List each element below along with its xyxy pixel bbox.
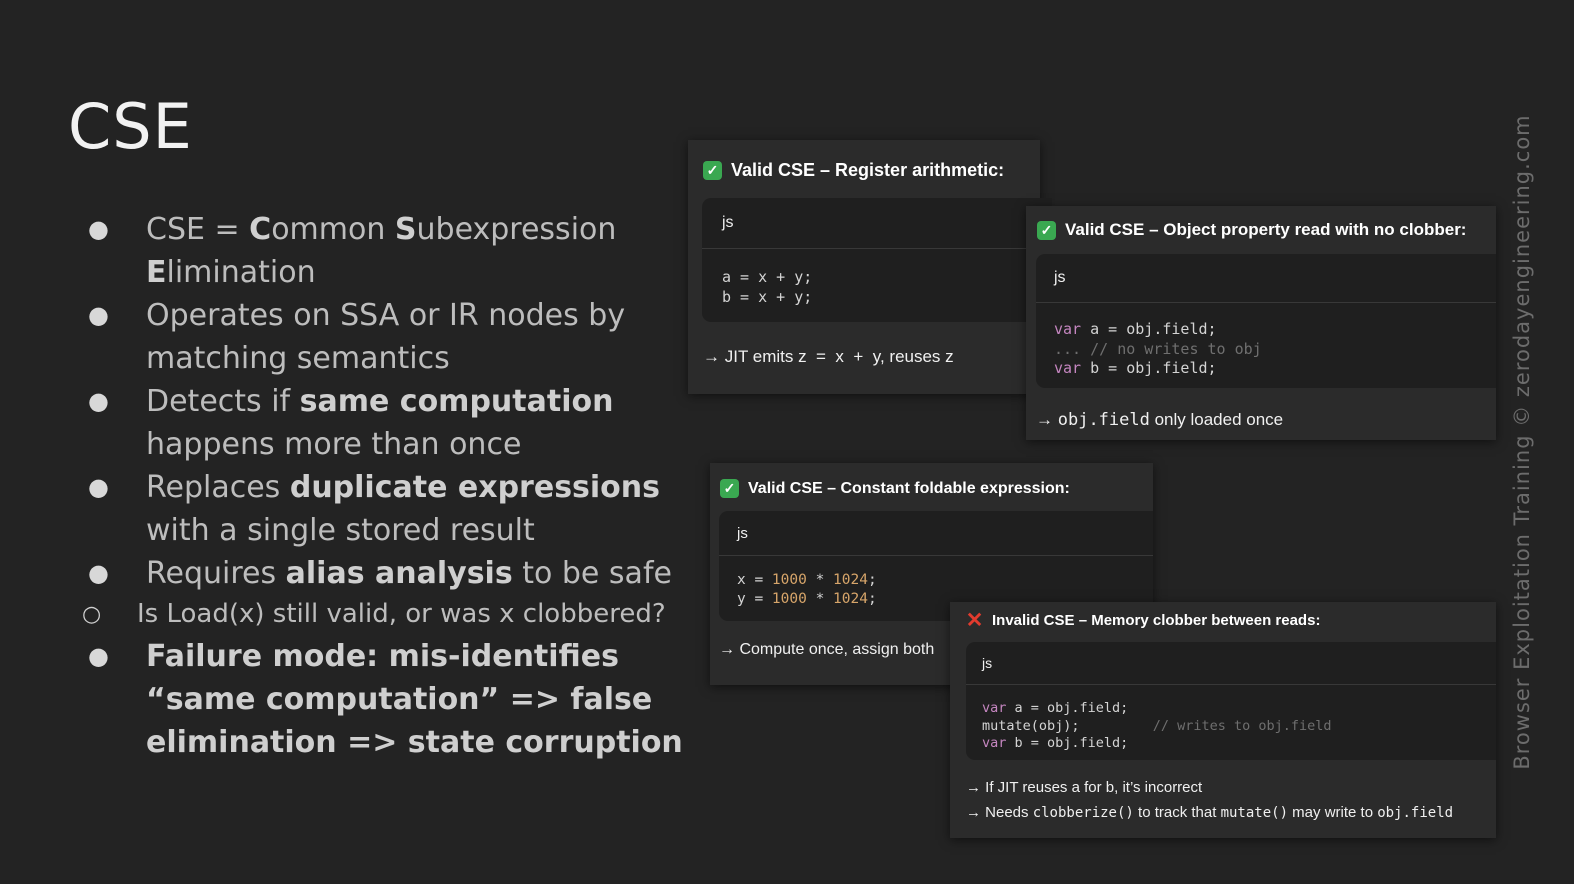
code-block: js var a = obj.field; mutate(obj); // wr… [966,642,1496,760]
code-language-label: js [719,511,1153,556]
card-note: → obj.field only loaded once [1036,410,1284,430]
code-content: var a = obj.field; mutate(obj); // write… [982,700,1332,751]
bullet-cse-definition: ● CSE = Common Subexpression Elimination [88,208,708,294]
bullet-failure-mode: ● Failure mode: mis-identifies “same com… [88,635,708,764]
code-language-label: js [702,198,1052,249]
bullet-list: ● CSE = Common Subexpression Elimination … [82,208,708,764]
checkmark-icon: ✓ [720,479,739,498]
card-note-2: → Needs clobberize() to track that mutat… [966,804,1454,821]
bullet-dot-icon: ● [88,473,109,501]
bullet-alias-analysis: ● Requires alias analysis to be safe [88,552,708,595]
card-invalid-memory-clobber: ✕ Invalid CSE – Memory clobber between r… [950,602,1496,838]
card-header: ✓ Valid CSE – Constant foldable expressi… [720,479,1070,498]
code-block: js a = x + y; b = x + y; [702,198,1052,322]
bullet-dot-icon: ● [88,301,109,329]
card-register-arithmetic: ✓ Valid CSE – Register arithmetic: js a … [688,140,1052,394]
slide-title: CSE [68,90,193,163]
code-content: x = 1000 * 1024; y = 1000 * 1024; [737,572,877,607]
card-note: → Compute once, assign both [719,641,935,658]
checkmark-icon: ✓ [1037,220,1056,240]
watermark: Browser Exploitation Training © zerodaye… [1510,114,1534,770]
bullet-dot-icon: ● [88,215,109,243]
bullet-dot-icon: ● [88,387,109,415]
card-note-1: → If JIT reuses a for b, it’s incorrect [966,779,1203,796]
sub-bullet-load: ○ Is Load(x) still valid, or was x clobb… [0,596,708,633]
code-language-label: js [966,642,1496,685]
code-content: var a = obj.field; ... // no writes to o… [1054,320,1262,377]
bullet-replaces: ● Replaces duplicate expressions with a s… [88,466,708,552]
checkmark-icon: ✓ [703,161,722,180]
code-content: a = x + y; b = x + y; [722,268,813,306]
bullet-detects: ● Detects if same computation happens mor… [88,380,708,466]
cross-icon: ✕ [965,609,984,632]
card-header: ✓ Valid CSE – Register arithmetic: [703,160,1004,181]
bullet-ssa: ● Operates on SSA or IR nodes by matchin… [88,294,708,380]
card-note: → JIT emits z = x + y, reuses z [703,347,954,366]
bullet-dot-icon: ● [88,642,109,670]
bullet-dot-icon: ● [88,559,109,587]
card-object-property-read: ✓ Valid CSE – Object property read with … [1026,206,1496,440]
code-block: js var a = obj.field; ... // no writes t… [1036,254,1496,388]
card-header: ✓ Valid CSE – Object property read with … [1037,220,1466,240]
card-header: ✕ Invalid CSE – Memory clobber between r… [965,609,1321,632]
sub-bullet-circle-icon: ○ [82,602,102,627]
code-language-label: js [1036,254,1496,303]
